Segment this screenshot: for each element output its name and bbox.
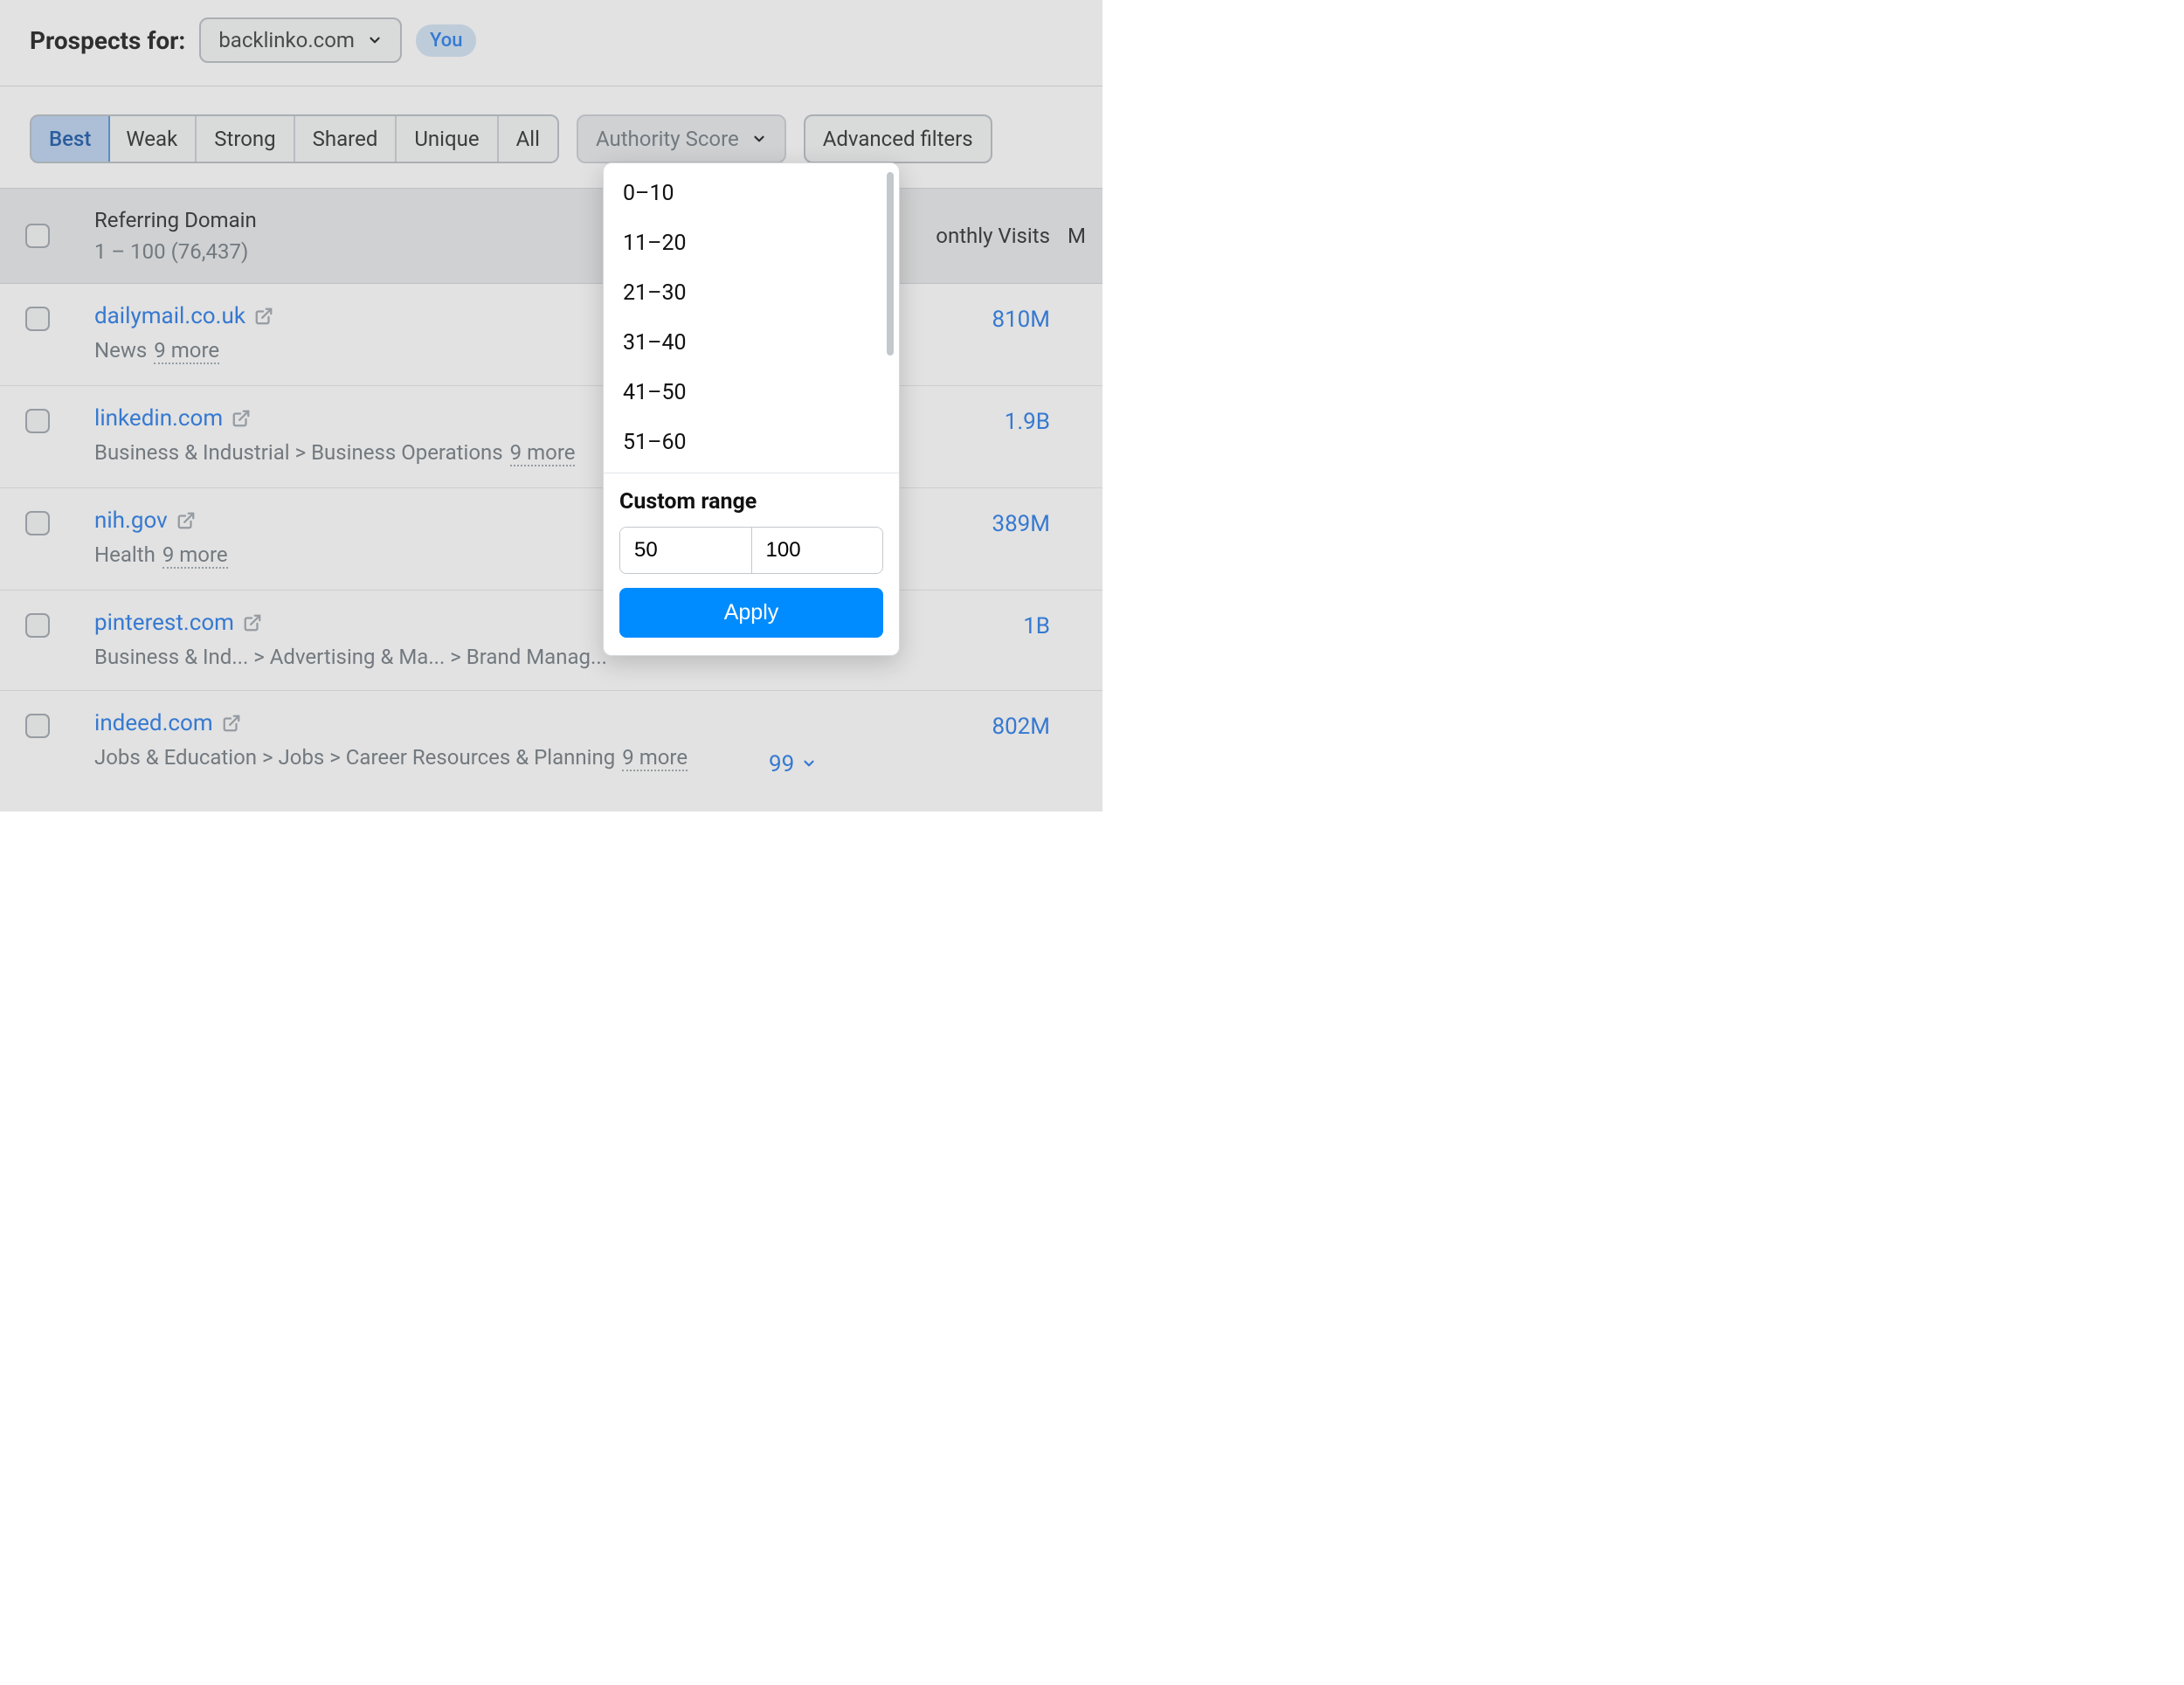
tab-weak[interactable]: Weak xyxy=(108,116,197,162)
table-row: indeed.com Jobs & Education > Jobs > Car… xyxy=(0,691,1102,792)
monthly-visits-value[interactable]: 1B xyxy=(875,610,1050,639)
select-all-checkbox[interactable] xyxy=(25,224,50,248)
dropdown-option[interactable]: 31–40 xyxy=(604,318,899,368)
external-link-icon xyxy=(222,714,241,733)
row-checkbox[interactable] xyxy=(25,613,50,638)
advanced-filters-button[interactable]: Advanced filters xyxy=(804,114,992,163)
scrollbar[interactable] xyxy=(887,172,894,356)
domain-link[interactable]: indeed.com xyxy=(94,710,875,736)
more-categories-link[interactable]: 9 more xyxy=(154,338,219,364)
external-link-icon xyxy=(254,307,273,326)
row-checkbox[interactable] xyxy=(25,307,50,331)
table-row: dailymail.co.uk News 9 more 810M xyxy=(0,284,1102,386)
category-text: Business & Industrial > Business Operati… xyxy=(94,440,503,465)
chevron-down-icon xyxy=(751,131,767,147)
more-categories-link[interactable]: 9 more xyxy=(162,542,228,569)
dropdown-option[interactable]: 41–50 xyxy=(604,368,899,418)
category-text: Jobs & Education > Jobs > Career Resourc… xyxy=(94,745,615,770)
dropdown-option[interactable]: 51–60 xyxy=(604,418,899,467)
range-to-input[interactable] xyxy=(752,528,883,573)
custom-range-inputs xyxy=(619,527,883,574)
authority-score-dropdown: 0–10 11–20 21–30 31–40 41–50 51–60 Custo… xyxy=(603,162,900,656)
dropdown-option[interactable]: 0–10 xyxy=(604,169,899,218)
more-categories-link[interactable]: 9 more xyxy=(510,440,576,466)
tab-shared[interactable]: Shared xyxy=(295,116,397,162)
tab-all[interactable]: All xyxy=(499,116,557,162)
dropdown-option[interactable]: 21–30 xyxy=(604,268,899,318)
table-header-row: Referring Domain 1 – 100 (76,437) onthly… xyxy=(0,188,1102,284)
domain-name: indeed.com xyxy=(94,710,213,736)
column-header-visits[interactable]: onthly Visits xyxy=(875,224,1050,248)
column-header-last: M xyxy=(1050,224,1102,248)
apply-button[interactable]: Apply xyxy=(619,588,883,638)
select-all-checkbox-cell xyxy=(0,224,75,248)
row-checkbox[interactable] xyxy=(25,409,50,433)
chevron-down-icon xyxy=(801,751,817,777)
tab-strong[interactable]: Strong xyxy=(197,116,294,162)
domain-name: nih.gov xyxy=(94,508,168,534)
domain-name: linkedin.com xyxy=(94,405,223,432)
range-from-input[interactable] xyxy=(620,528,752,573)
tab-unique[interactable]: Unique xyxy=(397,116,498,162)
category-text: Business & Ind... > Advertising & Ma... … xyxy=(94,645,607,669)
dropdown-option[interactable]: 11–20 xyxy=(604,218,899,268)
tab-best[interactable]: Best xyxy=(30,114,110,163)
table-row: nih.gov Health 9 more 389M xyxy=(0,488,1102,590)
more-categories-link[interactable]: 9 more xyxy=(622,745,688,771)
monthly-visits-value[interactable]: 810M xyxy=(875,303,1050,333)
category-line: Jobs & Education > Jobs > Career Resourc… xyxy=(94,745,875,771)
row-checkbox[interactable] xyxy=(25,714,50,738)
filters-row: Best Weak Strong Shared Unique All Autho… xyxy=(0,86,1102,188)
external-link-icon xyxy=(243,613,262,632)
authority-score-value[interactable]: 99 xyxy=(769,751,817,777)
monthly-visits-value[interactable]: 802M xyxy=(875,710,1050,740)
tab-segment-group: Best Weak Strong Shared Unique All xyxy=(30,114,559,163)
external-link-icon xyxy=(232,409,251,428)
row-checkbox[interactable] xyxy=(25,511,50,535)
table-row: pinterest.com Business & Ind... > Advert… xyxy=(0,590,1102,691)
monthly-visits-value[interactable]: 389M xyxy=(875,508,1050,537)
page-title: Prospects for: xyxy=(30,26,185,55)
category-text: News xyxy=(94,338,147,363)
monthly-visits-value[interactable]: 1.9B xyxy=(875,405,1050,435)
authority-score-number: 99 xyxy=(769,751,794,777)
category-text: Health xyxy=(94,542,156,567)
domain-name: pinterest.com xyxy=(94,610,234,636)
domain-selector[interactable]: backlinko.com xyxy=(199,17,402,63)
dropdown-options-list: 0–10 11–20 21–30 31–40 41–50 51–60 xyxy=(604,163,899,473)
authority-score-filter[interactable]: Authority Score xyxy=(577,114,786,163)
table-row: linkedin.com Business & Industrial > Bus… xyxy=(0,386,1102,488)
custom-range-title: Custom range xyxy=(619,489,883,514)
custom-range-section: Custom range Apply xyxy=(604,473,899,655)
external-link-icon xyxy=(176,511,196,530)
domain-name: dailymail.co.uk xyxy=(94,303,245,329)
page-header: Prospects for: backlinko.com You xyxy=(0,0,1102,86)
chevron-down-icon xyxy=(367,32,383,48)
you-badge: You xyxy=(416,24,476,57)
authority-score-label: Authority Score xyxy=(596,127,739,151)
domain-selector-value: backlinko.com xyxy=(218,28,355,52)
